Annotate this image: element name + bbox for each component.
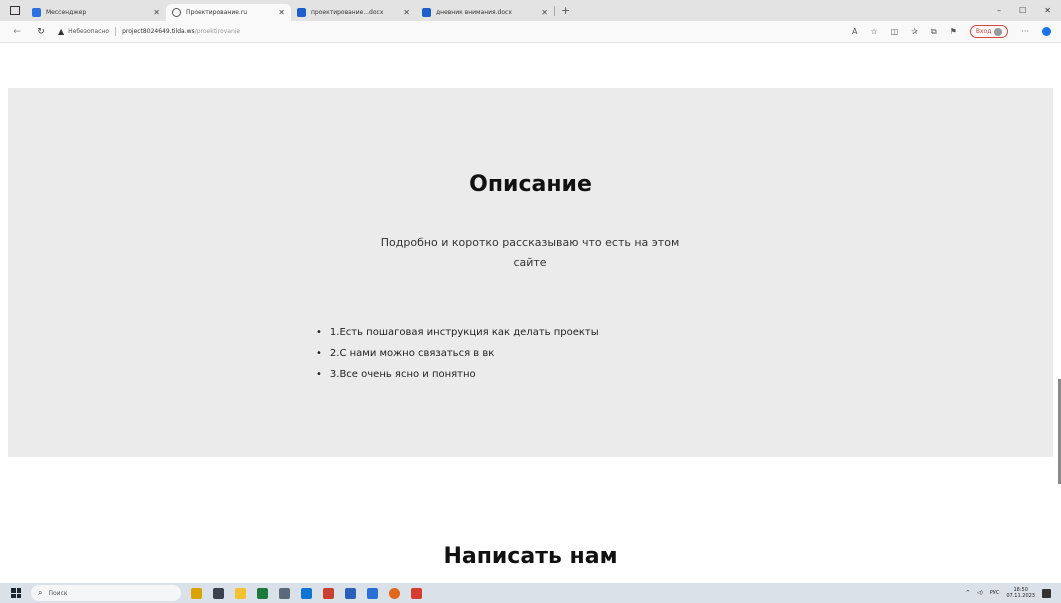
features-list: 1.Есть пошаговая инструкция как делать п… xyxy=(316,322,599,385)
extensions-icon[interactable]: ⚑ xyxy=(950,27,957,36)
powerpoint-icon[interactable] xyxy=(323,587,334,599)
list-item: 2.С нами можно связаться в вк xyxy=(316,343,599,364)
maximize-button[interactable]: ☐ xyxy=(1019,6,1026,15)
word-doc-icon xyxy=(297,8,306,17)
task-view-icon[interactable] xyxy=(213,587,224,599)
tab-proektirovanie[interactable]: Проектирование.ru ✕ xyxy=(166,4,291,21)
close-window-button[interactable]: ✕ xyxy=(1044,6,1051,15)
browser-tab-strip: Мессенджер ✕ Проектирование.ru ✕ проекти… xyxy=(0,0,1061,21)
speaker-icon[interactable]: ◁) xyxy=(977,590,983,596)
weather-widget-icon[interactable] xyxy=(191,587,202,599)
list-item: 3.Все очень ясно и понятно xyxy=(316,364,599,385)
search-icon: ⌕ xyxy=(38,588,43,597)
windows-taskbar: ⌕ Поиск ^ ◁) РУС 18:50 07.11.2023 xyxy=(0,583,1061,603)
tab-label: дневник внимания.docx xyxy=(436,9,512,16)
search-placeholder: Поиск xyxy=(48,589,68,597)
warning-icon: ▲ xyxy=(58,27,65,36)
section-title-description: Описание xyxy=(469,172,592,197)
chevron-up-icon[interactable]: ^ xyxy=(966,590,970,596)
favorite-star-icon[interactable]: ☆ xyxy=(871,27,878,36)
section-title-contact: Написать нам xyxy=(443,544,618,569)
word-icon[interactable] xyxy=(345,587,356,599)
url-divider xyxy=(115,27,117,36)
tab-close-icon[interactable]: ✕ xyxy=(397,8,410,17)
tab-doc-dnevnik[interactable]: дневник внимания.docx ✕ xyxy=(416,4,554,21)
store-icon[interactable] xyxy=(367,587,378,599)
firefox-icon[interactable] xyxy=(389,587,400,599)
tab-label: Проектирование.ru xyxy=(186,9,248,16)
taskbar-search-input[interactable]: ⌕ Поиск xyxy=(31,585,181,601)
new-tab-button[interactable]: + xyxy=(561,4,570,17)
address-bar-row: ← ↻ ▲ Небезопасно project8024649.tilda.w… xyxy=(0,21,1061,43)
security-label: Небезопасно xyxy=(68,28,110,35)
tab-label: Мессенджер xyxy=(46,9,87,16)
tab-divider xyxy=(554,5,555,16)
pinned-apps xyxy=(191,587,422,599)
excel-icon[interactable] xyxy=(257,587,268,599)
profile-label: Вход xyxy=(975,28,992,35)
language-indicator[interactable]: РУС xyxy=(990,590,1000,596)
section-description-text: Подробно и коротко рассказываю что есть … xyxy=(380,236,680,269)
collections-icon[interactable]: ⧉ xyxy=(931,27,937,37)
toolbar-icons: A ☆ ◫ ✰ ⧉ ⚑ Вход ··· xyxy=(852,25,1061,38)
url-host: project8024649.tilda.ws xyxy=(122,28,195,35)
profile-button[interactable]: Вход xyxy=(969,25,1009,38)
copilot-icon[interactable] xyxy=(1042,27,1051,36)
window-controls: – ☐ ✕ xyxy=(997,6,1061,15)
favorites-icon[interactable]: ✰ xyxy=(911,27,918,36)
tab-close-icon[interactable]: ✕ xyxy=(272,8,285,17)
avatar xyxy=(994,27,1003,36)
tab-actions-icon[interactable] xyxy=(10,6,20,15)
notifications-icon[interactable] xyxy=(1042,588,1051,598)
read-aloud-icon[interactable]: A xyxy=(852,27,857,36)
tab-messenger[interactable]: Мессенджер ✕ xyxy=(26,4,166,21)
url-field[interactable]: ▲ Небезопасно project8024649.tilda.ws /p… xyxy=(58,24,240,40)
tab-label: проектирование...docx xyxy=(311,9,384,16)
more-menu-icon[interactable]: ··· xyxy=(1021,27,1029,36)
globe-icon xyxy=(172,8,181,17)
app-icon[interactable] xyxy=(279,587,290,599)
tab-close-icon[interactable]: ✕ xyxy=(535,8,548,17)
system-tray: ^ ◁) РУС 18:50 07.11.2023 xyxy=(966,587,1061,599)
back-arrow-icon[interactable]: ← xyxy=(10,27,24,37)
edge-icon[interactable] xyxy=(301,587,312,599)
split-screen-icon[interactable]: ◫ xyxy=(891,27,899,36)
file-explorer-icon[interactable] xyxy=(235,587,246,599)
clock-date: 07.11.2023 xyxy=(1006,593,1035,599)
clock[interactable]: 18:50 07.11.2023 xyxy=(1006,587,1035,599)
messenger-icon xyxy=(32,8,41,17)
list-item: 1.Есть пошаговая инструкция как делать п… xyxy=(316,322,599,343)
minimize-button[interactable]: – xyxy=(997,6,1001,15)
windows-start-icon[interactable] xyxy=(11,588,21,598)
refresh-icon[interactable]: ↻ xyxy=(34,27,48,37)
url-path: /proektirovanie xyxy=(194,28,241,35)
word-doc-icon xyxy=(422,8,431,17)
yandex-icon[interactable] xyxy=(411,587,422,599)
tab-doc-proektirovanie[interactable]: проектирование...docx ✕ xyxy=(291,4,416,21)
tab-close-icon[interactable]: ✕ xyxy=(147,8,160,17)
web-page: Описание Подробно и коротко рассказываю … xyxy=(0,44,1061,583)
